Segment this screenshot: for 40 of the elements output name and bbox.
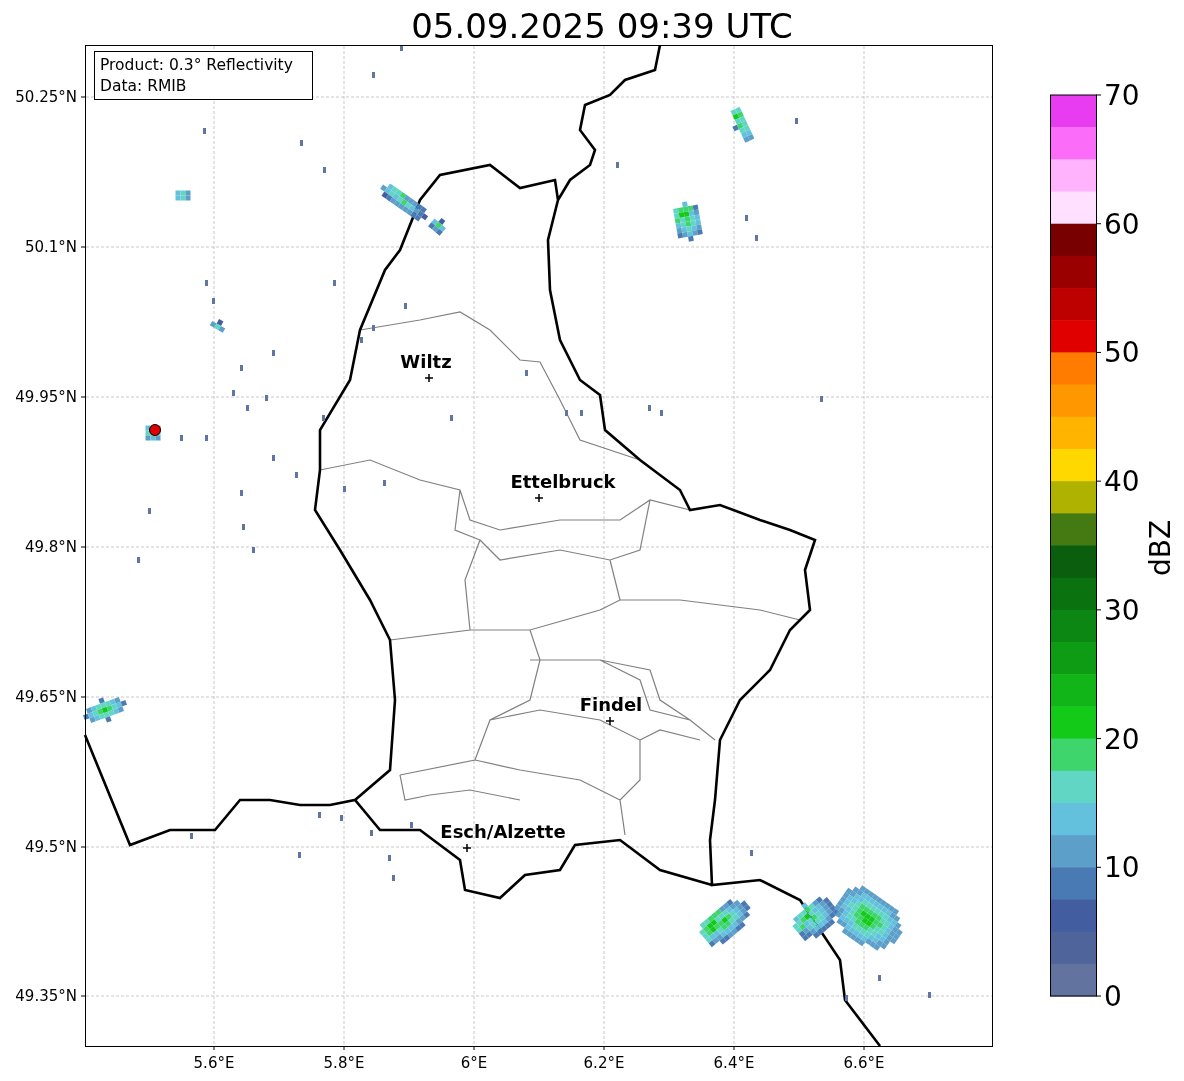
longitude-tick-label: 6.6°E [843, 1054, 885, 1072]
colorbar-tick-label: 40 [1104, 465, 1140, 499]
colorbar-tick-label: 70 [1104, 79, 1140, 112]
city-marker-icon [534, 493, 544, 503]
radar-echo [673, 201, 703, 242]
longitude-tick-label: 5.8°E [323, 1054, 365, 1072]
latitude-tick-label: 49.35°N [15, 987, 77, 1005]
city-marker-icon [462, 843, 472, 853]
colorbar-tick-label: 50 [1104, 336, 1140, 370]
radar-echo [83, 696, 127, 724]
city-label: Esch/Alzette [440, 821, 566, 842]
radar-echo [699, 899, 751, 948]
latitude-tick-label: 49.65°N [15, 688, 77, 706]
colorbar-label: dBZ [1144, 519, 1177, 577]
radar-echo [209, 319, 226, 333]
longitude-tick-label: 6.4°E [713, 1054, 755, 1072]
longitude-tick-label: 6.2°E [583, 1054, 625, 1072]
colorbar-tick-label: 0 [1104, 980, 1122, 1013]
colorbar-tick-label: 10 [1104, 851, 1140, 885]
latitude-tick-label: 49.8°N [24, 538, 77, 556]
colorbar-tick-label: 30 [1104, 593, 1140, 627]
city-label: Ettelbruck [510, 471, 616, 492]
city-label: Wiltz [400, 351, 452, 372]
longitude-tick-label: 5.6°E [193, 1054, 235, 1072]
radar-echo [730, 106, 755, 143]
info-text: Product: 0.3° Reflectivity [100, 56, 293, 74]
chart-title: 05.09.2025 09:39 UTC [410, 5, 794, 45]
info-text: Data: RMIB [100, 77, 187, 95]
city-marker-icon [424, 373, 434, 383]
latitude-tick-label: 49.5°N [24, 838, 77, 856]
latitude-tick-label: 50.25°N [15, 88, 77, 106]
colorbar-tick-label: 20 [1104, 722, 1140, 756]
latitude-tick-label: 50.1°N [24, 238, 77, 256]
radar-echo [175, 190, 191, 201]
city-label: Findel [579, 694, 643, 715]
radar-site-marker [149, 424, 161, 436]
city-marker-icon [605, 716, 615, 726]
latitude-tick-label: 49.95°N [15, 388, 77, 406]
colorbar-tick-label: 60 [1104, 207, 1140, 241]
longitude-tick-label: 6°E [460, 1054, 488, 1072]
